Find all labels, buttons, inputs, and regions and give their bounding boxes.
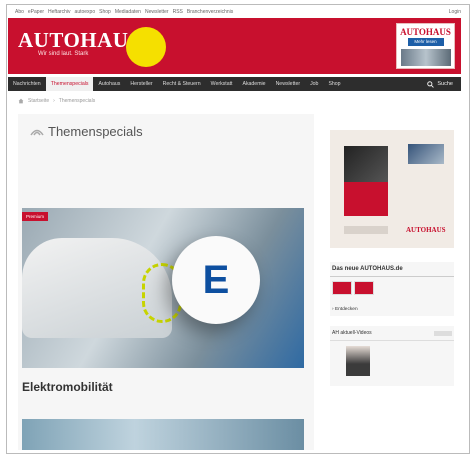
anniversary-badge[interactable] bbox=[126, 27, 166, 67]
next-article-image[interactable] bbox=[22, 419, 304, 450]
ad-image-people bbox=[408, 144, 444, 164]
meta-link-rss[interactable]: RSS bbox=[173, 9, 183, 15]
meta-link-abo[interactable]: Abo bbox=[15, 9, 24, 15]
magazine-thumb[interactable] bbox=[332, 281, 352, 295]
search-label: Suche bbox=[437, 81, 453, 87]
main-content: Themenspecials E Premium Elektromobilitä… bbox=[18, 114, 314, 450]
new-site-link[interactable]: › Entdecken bbox=[330, 305, 454, 316]
specials-icon bbox=[30, 129, 44, 135]
ad-red-block bbox=[344, 182, 388, 216]
meta-links: Abo ePaper Heftarchiv autoexpo Shop Medi… bbox=[15, 9, 233, 15]
meta-link-heftarchiv[interactable]: Heftarchiv bbox=[48, 9, 71, 15]
main-nav: Nachrichten Themenspecials Autohaus Hers… bbox=[8, 77, 461, 91]
site-header: AUTOHAUS Wir sind laut. Stark AUTOHAUS M… bbox=[8, 18, 461, 74]
breadcrumb: Startseite › Themenspecials bbox=[18, 98, 95, 104]
ad-footer-block bbox=[344, 226, 388, 234]
nav-item-shop[interactable]: Shop bbox=[323, 77, 345, 91]
breadcrumb-current: Themenspecials bbox=[58, 98, 96, 104]
sidebar-ad[interactable]: AUTOHAUS bbox=[330, 130, 454, 248]
meta-link-branchenverzeichnis[interactable]: Branchenverzeichnis bbox=[187, 9, 233, 15]
page-title-text: Themenspecials bbox=[48, 124, 143, 139]
nav-item-akademie[interactable]: Akademie bbox=[237, 77, 270, 91]
ad-brand-label: AUTOHAUS bbox=[406, 226, 446, 234]
video-logo-icon bbox=[434, 330, 452, 336]
header-promo-box[interactable]: AUTOHAUS Mehr lesen bbox=[396, 23, 455, 69]
search-icon bbox=[427, 80, 435, 88]
portrait-image[interactable] bbox=[346, 346, 370, 376]
meta-bar: Abo ePaper Heftarchiv autoexpo Shop Medi… bbox=[7, 5, 469, 18]
nav-item-hersteller[interactable]: Hersteller bbox=[125, 77, 157, 91]
video-section: AH aktuell-Videos bbox=[330, 326, 454, 386]
new-site-title: Das neue AUTOHAUS.de bbox=[330, 262, 454, 277]
magazine-thumb[interactable] bbox=[354, 281, 374, 295]
home-icon[interactable] bbox=[18, 98, 24, 104]
site-logo[interactable]: AUTOHAUS Wir sind laut. Stark bbox=[18, 28, 141, 58]
article-title[interactable]: Elektromobilität bbox=[22, 380, 113, 394]
meta-link-shop[interactable]: Shop bbox=[99, 9, 111, 15]
nav-item-werkstatt[interactable]: Werkstatt bbox=[206, 77, 238, 91]
promo-box-image bbox=[400, 49, 451, 66]
nav-item-newsletter[interactable]: Newsletter bbox=[271, 77, 306, 91]
nav-search[interactable]: Suche bbox=[427, 80, 461, 88]
breadcrumb-separator: › bbox=[53, 98, 55, 104]
new-site-section: Das neue AUTOHAUS.de › Entdecken bbox=[330, 262, 454, 316]
login-link[interactable]: Login bbox=[449, 9, 461, 15]
nav-item-nachrichten[interactable]: Nachrichten bbox=[8, 77, 46, 91]
magazine-thumbs bbox=[330, 277, 454, 299]
charging-plug-icon: E bbox=[172, 236, 260, 324]
meta-link-newsletter[interactable]: Newsletter bbox=[145, 9, 169, 15]
video-section-header: AH aktuell-Videos bbox=[330, 326, 454, 341]
hero-image[interactable]: E Premium bbox=[22, 208, 304, 368]
hero-badge: Premium bbox=[22, 212, 49, 221]
breadcrumb-home[interactable]: Startseite bbox=[28, 98, 49, 104]
nav-item-job[interactable]: Job bbox=[305, 77, 323, 91]
sidebar: AUTOHAUS Das neue AUTOHAUS.de › Entdecke… bbox=[327, 130, 460, 386]
promo-box-button[interactable]: Mehr lesen bbox=[407, 38, 444, 46]
ad-image-car bbox=[344, 146, 388, 182]
meta-link-epaper[interactable]: ePaper bbox=[28, 9, 44, 15]
logo-wordmark: AUTOHAUS bbox=[18, 28, 141, 52]
promo-box-title: AUTOHAUS bbox=[400, 27, 451, 37]
meta-link-mediadaten[interactable]: Mediadaten bbox=[115, 9, 141, 15]
page-title: Themenspecials bbox=[30, 124, 143, 139]
nav-item-recht-steuern[interactable]: Recht & Steuern bbox=[158, 77, 206, 91]
meta-link-autoexpo[interactable]: autoexpo bbox=[75, 9, 96, 15]
new-site-link-label: Entdecken bbox=[334, 307, 358, 312]
nav-item-autohaus[interactable]: Autohaus bbox=[93, 77, 125, 91]
nav-item-themenspecials[interactable]: Themenspecials bbox=[45, 77, 94, 91]
video-section-title: AH aktuell-Videos bbox=[332, 330, 372, 336]
